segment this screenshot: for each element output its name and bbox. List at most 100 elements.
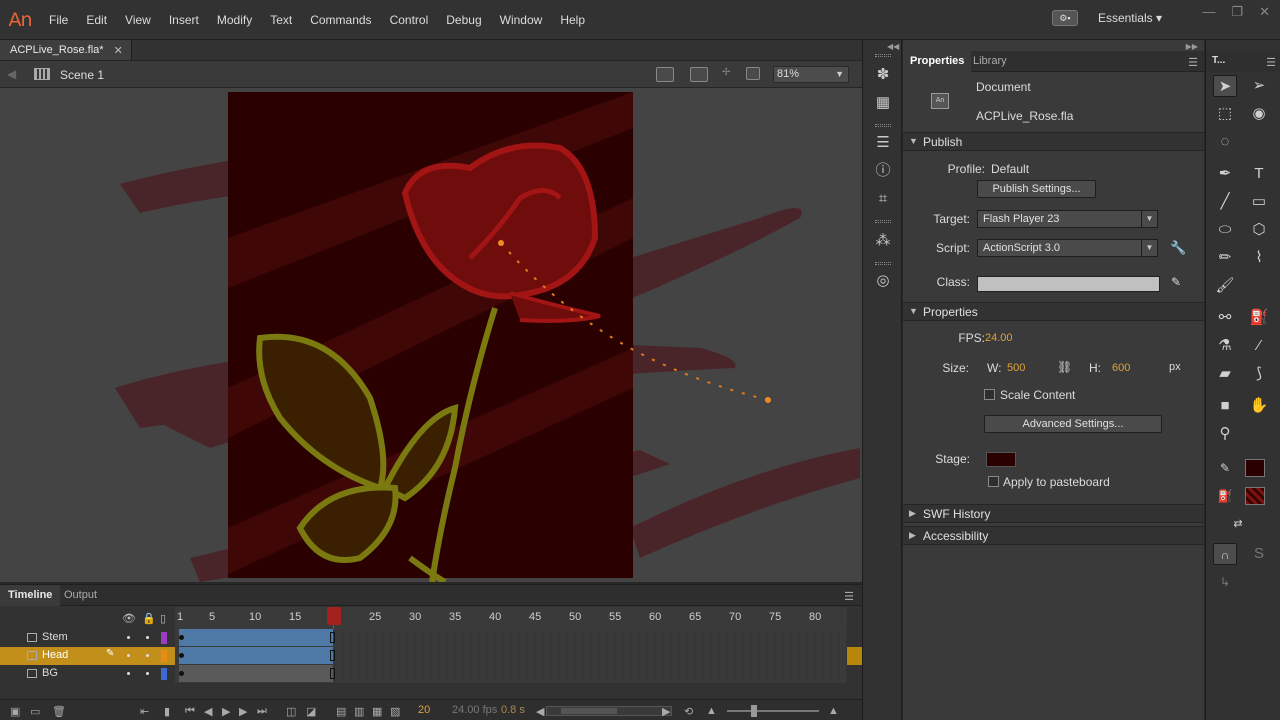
outline-all-icon[interactable]: ▯ (160, 612, 166, 625)
play-icon[interactable]: ▶ (222, 705, 230, 718)
clip-to-stage-icon[interactable] (746, 67, 760, 80)
swatches-panel-icon[interactable]: ▦ (873, 94, 893, 112)
camera-tool-icon[interactable]: ■ (1213, 395, 1237, 417)
minimize-button[interactable]: — (1202, 4, 1215, 20)
stage-pasteboard[interactable] (0, 88, 862, 582)
edit-scene-icon[interactable] (656, 67, 674, 82)
edit-symbols-icon[interactable] (690, 67, 708, 82)
menu-control[interactable]: Control (381, 13, 438, 27)
panel-menu-icon[interactable]: ☰ (1266, 56, 1276, 69)
advanced-settings-button[interactable]: Advanced Settings... (984, 415, 1162, 433)
script-select[interactable]: ActionScript 3.0 ▼ (977, 239, 1158, 257)
color-panel-icon[interactable]: ✽ (873, 66, 893, 84)
loop-playback-icon[interactable]: ⟲ (684, 705, 693, 718)
components-panel-icon[interactable]: ⁂ (873, 232, 893, 250)
first-frame-icon[interactable]: ⏮ (185, 705, 195, 718)
layer-frames[interactable] (175, 647, 847, 665)
smooth-icon[interactable]: S (1247, 543, 1271, 565)
menu-file[interactable]: File (40, 13, 77, 27)
layer-row-bg[interactable]: BG (0, 665, 862, 683)
hand-tool-icon[interactable]: ✋ (1247, 395, 1271, 417)
center-frame-icon[interactable]: ⇤ (140, 705, 149, 718)
eyedropper-tool-icon[interactable]: ⁄ (1247, 335, 1271, 357)
layer-name[interactable]: Stem (42, 631, 68, 643)
scroll-right-icon[interactable]: ▶ (662, 705, 670, 718)
ink-bottle-tool-icon[interactable]: ⚗ (1213, 335, 1237, 357)
onion-skin-icon[interactable]: ◫ (286, 705, 296, 718)
line-tool-icon[interactable]: ╱ (1213, 191, 1237, 213)
end-keyframe[interactable] (330, 650, 335, 661)
layer-row-stem[interactable]: Stem (0, 629, 862, 647)
timeline-ruler[interactable]: 15101520253035404550556065707580 (175, 607, 847, 631)
current-frame-readout[interactable]: 20 (418, 704, 430, 716)
paint-brush-tool-icon[interactable]: ⌇ (1247, 247, 1271, 269)
lock-dot[interactable] (146, 636, 149, 639)
apply-pasteboard-checkbox[interactable] (988, 476, 999, 487)
paint-bucket-tool-icon[interactable]: ⛽ (1247, 307, 1271, 329)
menu-view[interactable]: View (116, 13, 160, 27)
text-tool-icon[interactable]: T (1247, 163, 1271, 185)
new-layer-icon[interactable]: ▣ (10, 705, 20, 718)
layer-name[interactable]: BG (42, 667, 58, 679)
fill-color-swatch[interactable] (1245, 487, 1265, 505)
end-keyframe[interactable] (330, 632, 335, 643)
link-dimensions-icon[interactable]: ⛓ (1057, 360, 1072, 374)
scroll-left-icon[interactable]: ◀ (536, 705, 544, 718)
document-tab[interactable]: ACPLive_Rose.fla* ✕ (0, 40, 132, 60)
snap-icon[interactable]: ✢ (722, 67, 732, 82)
timeline-scrollbar[interactable] (546, 706, 672, 716)
keyframe[interactable] (179, 653, 184, 658)
menu-help[interactable]: Help (551, 13, 594, 27)
stroke-color-swatch[interactable] (1245, 459, 1265, 477)
menu-insert[interactable]: Insert (160, 13, 208, 27)
edit-multiple-frames-icon[interactable]: ▤ (336, 705, 346, 718)
close-tab-icon[interactable]: ✕ (114, 44, 123, 57)
panel-menu-icon[interactable]: ☰ (1188, 56, 1198, 69)
frame-zoom-slider[interactable] (727, 705, 819, 717)
end-frame[interactable] (330, 668, 335, 679)
selection-tool-icon[interactable]: ➤ (1213, 75, 1237, 97)
subselection-tool-icon[interactable]: ➢ (1247, 75, 1271, 97)
loop-icon[interactable]: ▮ (164, 705, 170, 718)
tab-properties[interactable]: Properties (903, 51, 972, 72)
brush-tool-icon[interactable]: 🖌 (1213, 275, 1237, 297)
elapsed-time-readout[interactable]: 0.8 s (501, 704, 525, 716)
scale-content-checkbox[interactable] (984, 389, 995, 400)
layer-color-swatch[interactable] (161, 632, 167, 644)
tab-library[interactable]: Library (966, 51, 1014, 72)
publish-settings-button[interactable]: Publish Settings... (977, 180, 1096, 198)
playhead[interactable] (327, 607, 341, 625)
eraser-tool-icon[interactable]: ▰ (1213, 363, 1237, 385)
bone-tool-icon[interactable]: ⚯ (1213, 307, 1237, 329)
zoom-select[interactable]: 81% ▼ (773, 66, 849, 83)
section-properties[interactable]: ▼ Properties (903, 302, 1204, 321)
lasso-tool-icon[interactable]: ◌ (1213, 131, 1237, 153)
height-value[interactable]: 600 (1112, 362, 1130, 374)
workspace-switcher[interactable]: Essentials ▾ (1098, 11, 1162, 25)
zoom-tool-icon[interactable]: ⚲ (1213, 423, 1237, 445)
panel-menu-icon[interactable]: ☰ (844, 590, 854, 603)
onion-outline-icon[interactable]: ◪ (306, 705, 316, 718)
fps-value[interactable]: 24.00 (985, 332, 1013, 344)
menu-window[interactable]: Window (491, 13, 552, 27)
zoom-in-frames-icon[interactable]: ▲ (828, 705, 839, 717)
motion-presets-icon[interactable]: ◎ (873, 272, 893, 290)
fps-readout[interactable]: 24.00 fps (452, 704, 497, 716)
tab-output[interactable]: Output (56, 585, 105, 606)
visibility-dot[interactable] (127, 672, 130, 675)
lock-dot[interactable] (146, 672, 149, 675)
close-button[interactable]: ✕ (1259, 4, 1270, 20)
layer-row-head[interactable]: Head ✎ (0, 647, 862, 665)
next-frame-icon[interactable]: ▶ (239, 705, 247, 718)
motion-tween-span[interactable] (179, 647, 333, 664)
markers-range-icon[interactable]: ▧ (390, 705, 400, 718)
edit-class-icon[interactable]: ✎ (1171, 275, 1181, 289)
transform-panel-icon[interactable]: ⌗ (873, 190, 893, 208)
menu-debug[interactable]: Debug (437, 13, 490, 27)
visibility-dot[interactable] (127, 636, 130, 639)
3d-rotation-tool-icon[interactable]: ◉ (1247, 103, 1271, 125)
free-transform-tool-icon[interactable]: ⬚ (1213, 103, 1237, 125)
lock-dot[interactable] (146, 654, 149, 657)
section-accessibility[interactable]: ▶ Accessibility (903, 526, 1204, 545)
pencil-tool-icon[interactable]: ✏ (1213, 247, 1237, 269)
